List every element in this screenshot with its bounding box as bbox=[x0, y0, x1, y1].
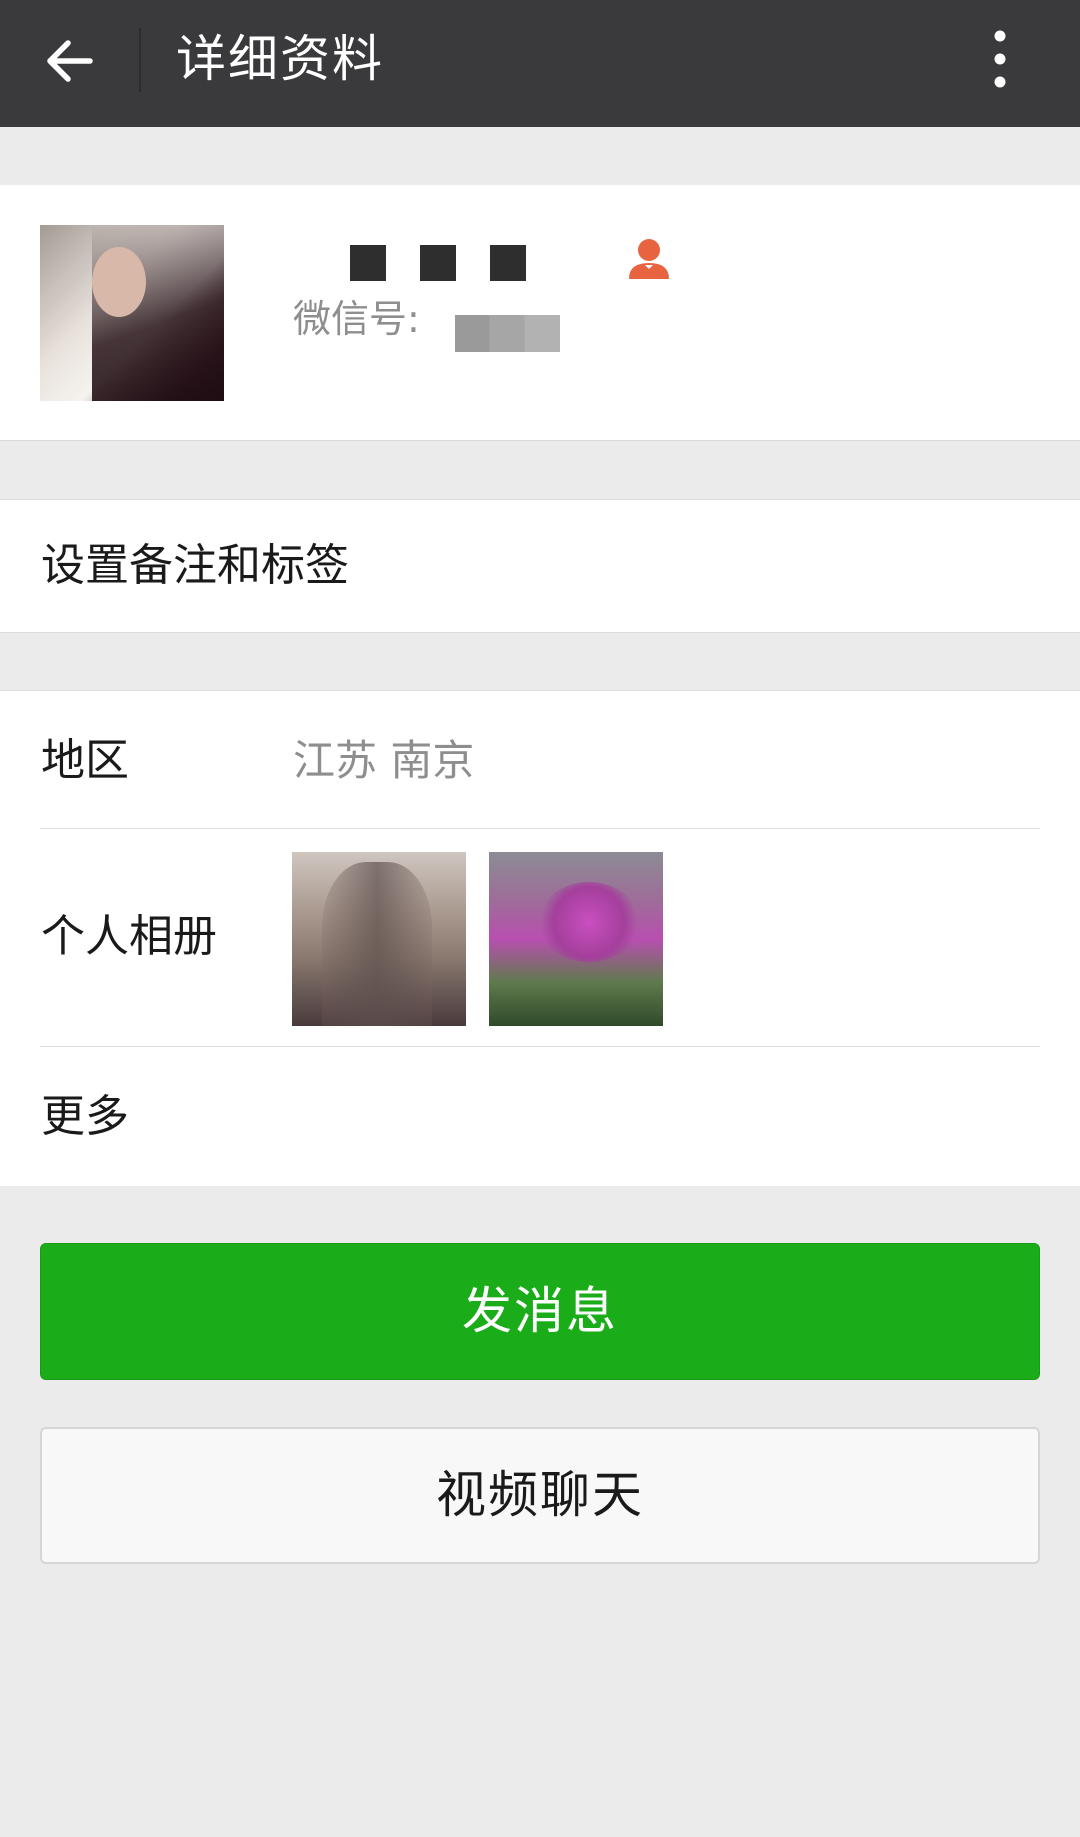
display-name-redacted bbox=[350, 245, 560, 281]
top-bar: 详细资料 bbox=[0, 0, 1080, 127]
album-photo[interactable] bbox=[489, 852, 663, 1026]
set-remark-row[interactable]: 设置备注和标签 bbox=[0, 499, 1080, 633]
redaction-block bbox=[490, 245, 526, 281]
info-card: 地区 江苏 南京 个人相册 更多 bbox=[0, 690, 1080, 1186]
page-title: 详细资料 bbox=[176, 30, 384, 88]
photo-detail bbox=[322, 862, 432, 1026]
redaction-block bbox=[420, 245, 456, 281]
set-remark-label: 设置备注和标签 bbox=[41, 540, 349, 591]
wechat-id-label: 微信号: bbox=[293, 297, 420, 341]
video-chat-button[interactable]: 视频聊天 bbox=[40, 1427, 1040, 1564]
region-label: 地区 bbox=[41, 735, 129, 786]
album-photo[interactable] bbox=[292, 852, 466, 1026]
top-bar-divider bbox=[139, 28, 141, 92]
photo-detail bbox=[539, 882, 639, 962]
avatar-face bbox=[92, 247, 146, 317]
send-message-button[interactable]: 发消息 bbox=[40, 1243, 1040, 1380]
profile-card: 微信号: bbox=[0, 185, 1080, 441]
redaction-block bbox=[350, 245, 386, 281]
region-value: 江苏 南京 bbox=[293, 736, 475, 785]
album-row[interactable]: 个人相册 bbox=[0, 829, 1080, 1047]
album-label: 个人相册 bbox=[41, 911, 217, 962]
more-vertical-icon[interactable] bbox=[980, 24, 1020, 94]
region-row: 地区 江苏 南京 bbox=[0, 691, 1080, 829]
more-label: 更多 bbox=[41, 1091, 129, 1142]
arrow-left-icon[interactable] bbox=[40, 30, 102, 92]
contact-person-icon bbox=[629, 239, 669, 279]
more-row[interactable]: 更多 bbox=[0, 1047, 1080, 1186]
wechat-id-redacted bbox=[455, 315, 560, 352]
